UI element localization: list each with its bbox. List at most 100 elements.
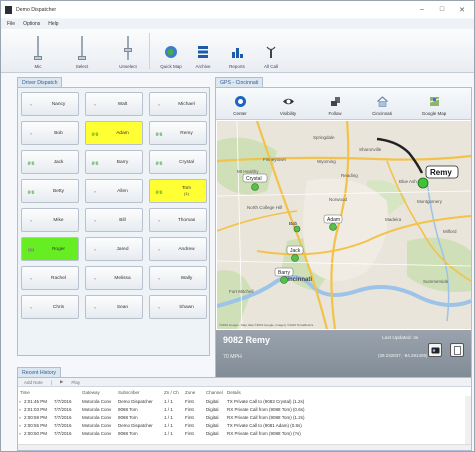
marker-label: Remy: [430, 168, 452, 177]
chevron-right-icon: »: [93, 246, 97, 252]
radio-button[interactable]: [428, 343, 442, 357]
select-slider-track[interactable]: [78, 36, 86, 60]
quick-map-button[interactable]: Quick Map: [153, 29, 189, 73]
table-row[interactable]: ◐ 2:00:50 PM 7/7/2016 Motorola Conv 9088 Tom…: [18, 429, 471, 437]
play-button[interactable]: Play: [71, 380, 80, 385]
chevron-right-icon: »: [29, 275, 33, 281]
dispatch-unit-thomas[interactable]: » Thomas: [149, 208, 207, 232]
dispatch-unit-walt[interactable]: » Walt: [85, 92, 143, 116]
slider-thumb[interactable]: [124, 48, 132, 52]
table-row[interactable]: ◐ 2:00:55 PM 7/7/2016 Motorola Conv Demo Dis…: [18, 421, 471, 429]
place-label: Reading: [341, 173, 358, 178]
app-icon: [5, 5, 12, 14]
map-attribution: ©2016 Google - Map data ©2016 Google, Im…: [219, 323, 314, 327]
title-bar: Demo Dispatcher – □ ✕: [1, 1, 474, 18]
table-row[interactable]: ◐ 2:01:03 PM 7/7/2016 Motorola Conv 9088 Tom…: [18, 405, 471, 413]
col-time[interactable]: Time: [18, 390, 54, 395]
map-canvas[interactable]: Springdale Blue Ash Montgomery Madeira N…: [217, 121, 471, 329]
maximize-button[interactable]: □: [432, 1, 452, 18]
follow-icon: [330, 97, 340, 106]
mic-slider[interactable]: Mic: [23, 29, 53, 73]
unselect-slider-track[interactable]: [124, 36, 132, 60]
col-channel[interactable]: Channel: [206, 390, 227, 395]
unit-name-label: Allen: [117, 188, 128, 194]
menu-options[interactable]: Options: [23, 21, 40, 27]
reports-button[interactable]: Reports: [221, 29, 253, 73]
close-button[interactable]: ✕: [452, 1, 472, 18]
chevron-right-icon: »: [29, 217, 33, 223]
menu-help[interactable]: Help: [48, 21, 58, 27]
col-details[interactable]: Details: [227, 390, 471, 395]
cell-gateway: Motorola Conv: [82, 414, 112, 420]
dispatch-unit-adam[interactable]: ((•)) Adam: [85, 121, 143, 145]
select-slider[interactable]: Select: [67, 29, 97, 73]
unit-name-label: Nancy: [51, 101, 66, 107]
dispatch-unit-jared[interactable]: » Jared: [85, 237, 143, 261]
chevron-right-icon: »: [29, 304, 33, 310]
dispatch-unit-chris[interactable]: » Chris: [21, 295, 79, 319]
dispatch-unit-bob[interactable]: » Bob: [21, 121, 79, 145]
follow-button[interactable]: Follow: [315, 90, 355, 118]
tab-recent-history[interactable]: Recent History: [17, 367, 62, 377]
place-label: Milford: [443, 229, 457, 234]
cincinnati-button[interactable]: Cincinnati: [362, 90, 402, 118]
dispatch-unit-michael[interactable]: » Michael: [149, 92, 207, 116]
col-gateway[interactable]: Gateway: [82, 390, 118, 395]
dispatch-unit-melissa[interactable]: » Melissa: [85, 266, 143, 290]
dispatch-unit-mike[interactable]: » Mike: [21, 208, 79, 232]
tab-driver-dispatch[interactable]: Driver Dispatch: [17, 77, 63, 87]
center-button[interactable]: Center: [220, 90, 260, 118]
dispatch-unit-betty[interactable]: ((•)) Betty: [21, 179, 79, 203]
dispatch-unit-sean[interactable]: » Sean: [85, 295, 143, 319]
dispatch-unit-shawn[interactable]: » Shawn: [149, 295, 207, 319]
mic-slider-track[interactable]: [34, 36, 42, 60]
dispatch-unit-tom[interactable]: ((•)) Tom (1): [149, 179, 207, 203]
dispatch-unit-allen[interactable]: » Allen: [85, 179, 143, 203]
unit-name-label: Roger: [51, 246, 66, 252]
menu-file[interactable]: File: [7, 21, 15, 27]
google-map-button[interactable]: Google Map: [410, 90, 458, 118]
history-vertical-scrollbar[interactable]: [465, 396, 471, 444]
table-row[interactable]: ◐ 2:00:59 PM 7/7/2016 Motorola Conv 9088 Tom…: [18, 413, 471, 421]
history-horizontal-scrollbar[interactable]: [18, 444, 471, 450]
document-button[interactable]: [450, 343, 464, 357]
quick-map-label: Quick Map: [160, 64, 182, 69]
archive-button[interactable]: Archive: [187, 29, 219, 73]
cell-date: 7/7/2016: [54, 422, 72, 428]
slider-thumb[interactable]: [34, 56, 42, 60]
unit-name: 9082 Remy: [223, 335, 271, 345]
table-row[interactable]: ◐ 2:01:45 PM 7/7/2016 Motorola Conv Demo Dis…: [18, 397, 471, 405]
history-toolbar: Add Note | ▶ Play: [18, 378, 471, 387]
cell-channel: Digital: [206, 406, 219, 412]
dispatch-unit-remy[interactable]: ((•)) Remy: [149, 121, 207, 145]
dispatch-unit-bill[interactable]: » Bill: [85, 208, 143, 232]
visibility-button[interactable]: Visibility: [268, 90, 308, 118]
gps-map[interactable]: Springdale Blue Ash Montgomery Madeira N…: [217, 121, 471, 329]
dispatch-unit-andrew[interactable]: » Andrew: [149, 237, 207, 261]
all-call-button[interactable]: All Call: [255, 29, 287, 73]
window-title: Demo Dispatcher: [16, 6, 57, 13]
all-call-icon: [266, 46, 276, 58]
radio-signal-icon: ((•)): [91, 159, 99, 165]
dispatch-unit-nancy[interactable]: » Nancy: [21, 92, 79, 116]
unit-name-label: Rachel: [51, 275, 66, 281]
unselect-slider[interactable]: Unselect: [111, 29, 145, 73]
add-note-button[interactable]: Add Note: [24, 380, 43, 385]
dispatch-unit-jack[interactable]: ((•)) Jack: [21, 150, 79, 174]
cell-zone: First: [185, 398, 194, 404]
slider-thumb[interactable]: [78, 56, 86, 60]
col-subscriber[interactable]: Subscriber: [118, 390, 164, 395]
dispatch-unit-crystal[interactable]: ((•)) Crystal: [149, 150, 207, 174]
dispatch-unit-wally[interactable]: » Wally: [149, 266, 207, 290]
dispatch-unit-roger[interactable]: ▮▮▮ Roger: [21, 237, 79, 261]
unit-name-label: Wally: [180, 275, 193, 281]
chevron-right-icon: »: [157, 275, 161, 281]
dispatch-unit-rachel[interactable]: » Rachel: [21, 266, 79, 290]
col-zone[interactable]: Zone: [185, 390, 206, 395]
marker-label: Crystal: [246, 176, 262, 182]
tab-gps[interactable]: GPS - Cincinnati: [215, 77, 264, 87]
reports-icon: [232, 48, 243, 58]
dispatch-unit-barry[interactable]: ((•)) Barry: [85, 150, 143, 174]
col-zn-ch[interactable]: Zn / Ch: [164, 390, 185, 395]
minimize-button[interactable]: –: [412, 1, 432, 18]
